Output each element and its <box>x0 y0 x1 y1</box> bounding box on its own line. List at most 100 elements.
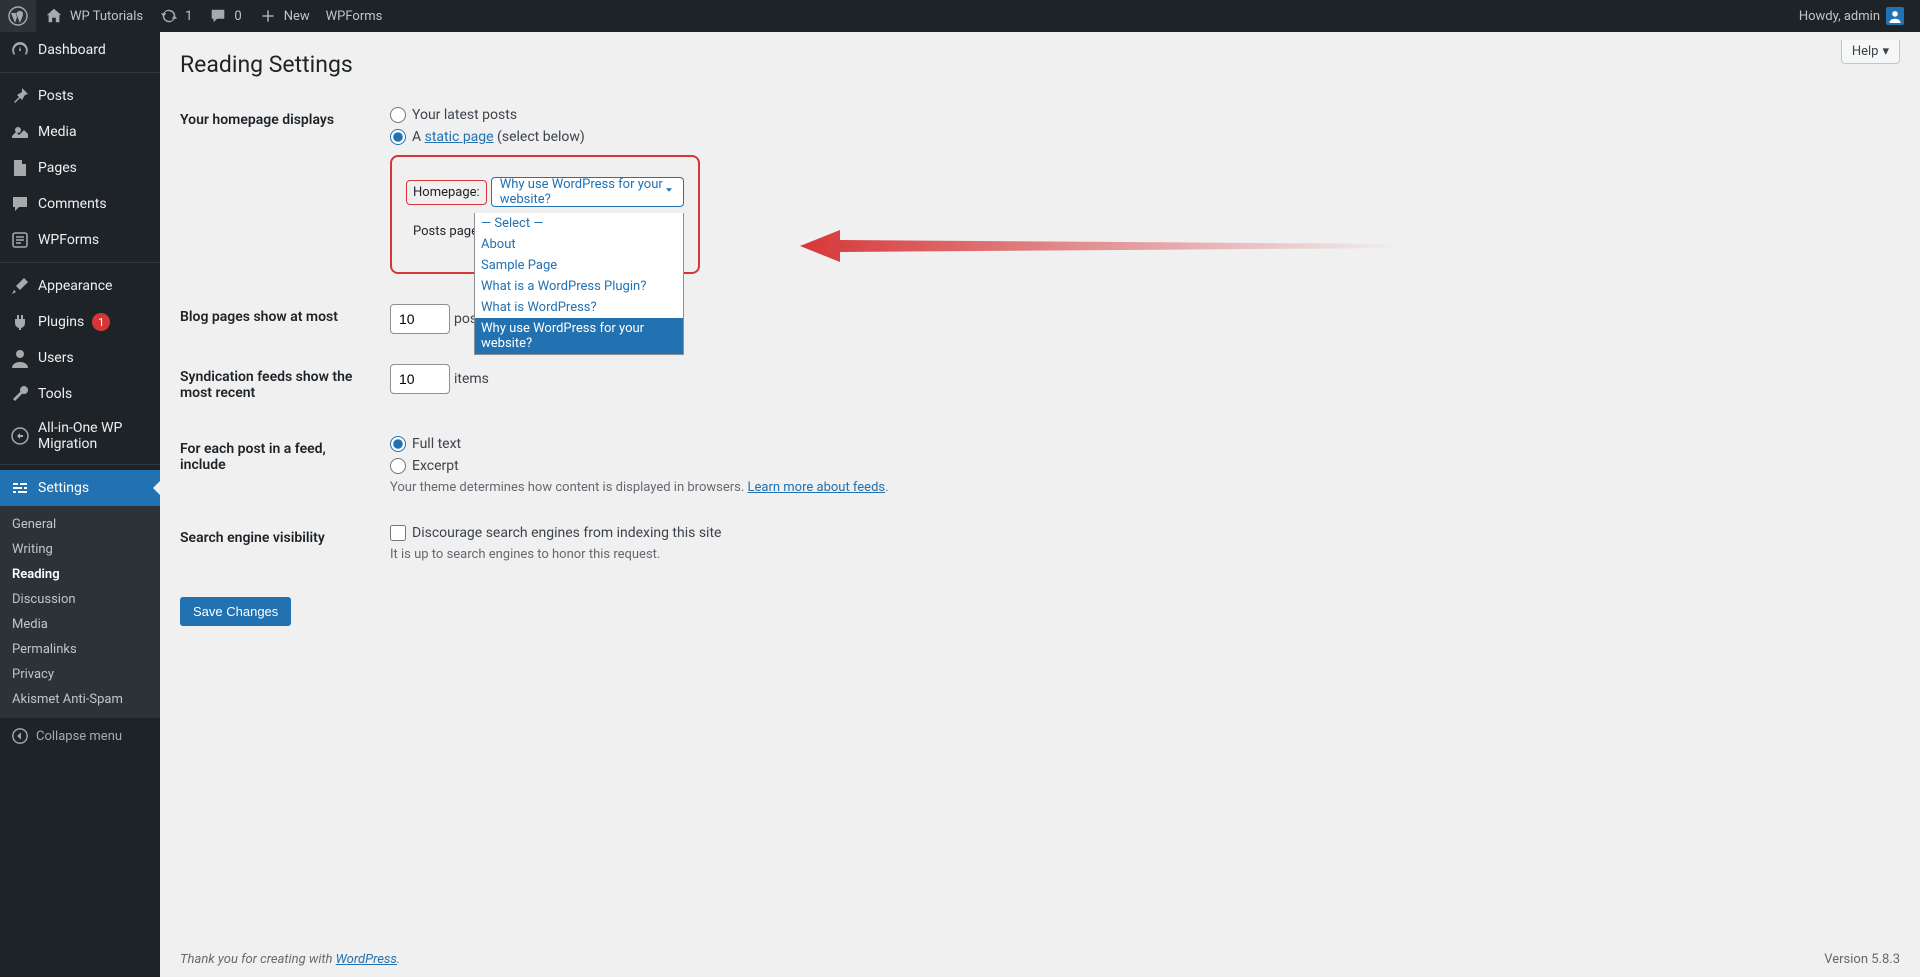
submenu-item-reading[interactable]: Reading <box>0 562 160 587</box>
comment-icon <box>10 194 30 214</box>
footer-thankyou: Thank you for creating with WordPress. <box>180 952 400 967</box>
brush-icon <box>10 276 30 296</box>
save-changes-button[interactable]: Save Changes <box>180 597 291 626</box>
label-static-page: A static page (select below) <box>412 129 585 145</box>
new-content-link[interactable]: New <box>250 0 318 32</box>
refresh-icon <box>159 6 179 26</box>
collapse-menu-button[interactable]: Collapse menu <box>0 718 160 754</box>
wordpress-logo-icon <box>8 6 28 26</box>
comments-link[interactable]: 0 <box>200 0 249 32</box>
sidebar-item-all-in-one-wp-migration[interactable]: All-in-One WP Migration <box>0 412 160 460</box>
sidebar-item-label: Tools <box>38 386 72 402</box>
blog-pages-input[interactable] <box>390 304 450 334</box>
row-label-search-vis: Search engine visibility <box>180 510 380 577</box>
site-name-link[interactable]: WP Tutorials <box>36 0 151 32</box>
radio-static-page[interactable] <box>390 129 406 145</box>
sidebar-item-comments[interactable]: Comments <box>0 186 160 222</box>
checkbox-discourage[interactable] <box>390 525 406 541</box>
wpforms-toolbar-link[interactable]: WPForms <box>318 0 391 32</box>
settings-submenu: GeneralWritingReadingDiscussionMediaPerm… <box>0 506 160 718</box>
submenu-item-akismet-anti-spam[interactable]: Akismet Anti-Spam <box>0 687 160 712</box>
avatar-icon <box>1886 7 1904 25</box>
comment-icon <box>208 6 228 26</box>
sidebar-item-label: All-in-One WP Migration <box>38 420 150 452</box>
select-option[interactable]: What is a WordPress Plugin? <box>475 276 683 297</box>
sidebar-item-label: Pages <box>38 160 77 176</box>
homepage-select-dropdown: — Select —AboutSample PageWhat is a Word… <box>474 213 684 355</box>
learn-feeds-link[interactable]: Learn more about feeds <box>748 480 886 495</box>
plug-icon <box>10 312 30 332</box>
plus-icon <box>258 6 278 26</box>
my-account-link[interactable]: Howdy, admin <box>1791 0 1912 32</box>
menu-separator <box>0 258 160 263</box>
submenu-item-writing[interactable]: Writing <box>0 537 160 562</box>
radio-static-page-row: A static page (select below) <box>390 129 1890 145</box>
sidebar-item-media[interactable]: Media <box>0 114 160 150</box>
sidebar-item-label: Plugins <box>38 314 84 330</box>
user-icon <box>10 348 30 368</box>
row-label-blogpages: Blog pages show at most <box>180 289 380 349</box>
sliders-icon <box>10 478 30 498</box>
sidebar-item-pages[interactable]: Pages <box>0 150 160 186</box>
media-icon <box>10 122 30 142</box>
sidebar-item-tools[interactable]: Tools <box>0 376 160 412</box>
submenu-item-general[interactable]: General <box>0 512 160 537</box>
select-option[interactable]: Why use WordPress for your website? <box>475 318 683 354</box>
wp-logo[interactable] <box>0 0 36 32</box>
sidebar-item-settings[interactable]: Settings <box>0 470 160 506</box>
row-label-feed-include: For each post in a feed, include <box>180 421 380 510</box>
sidebar-item-appearance[interactable]: Appearance <box>0 268 160 304</box>
sidebar-item-label: Users <box>38 350 74 366</box>
static-page-link[interactable]: static page <box>425 129 494 145</box>
sidebar-item-users[interactable]: Users <box>0 340 160 376</box>
sidebar-item-dashboard[interactable]: Dashboard <box>0 32 160 68</box>
new-label: New <box>284 9 310 24</box>
select-option[interactable]: Sample Page <box>475 255 683 276</box>
submenu-item-discussion[interactable]: Discussion <box>0 587 160 612</box>
footer-wordpress-link[interactable]: WordPress <box>336 952 397 967</box>
pin-icon <box>10 86 30 106</box>
page-content: Help ▾ Reading Settings Your homepage di… <box>160 0 1920 977</box>
radio-latest-posts[interactable] <box>390 107 406 123</box>
row-label-syndication: Syndication feeds show the most recent <box>180 349 380 421</box>
dashboard-icon <box>10 40 30 60</box>
sidebar-item-wpforms[interactable]: WPForms <box>0 222 160 258</box>
homepage-select-highlight: Homepage: Why use WordPress for your web… <box>390 155 700 274</box>
sidebar-item-label: Comments <box>38 196 107 212</box>
select-option[interactable]: — Select — <box>475 213 683 234</box>
comments-count: 0 <box>234 9 241 24</box>
select-option[interactable]: What is WordPress? <box>475 297 683 318</box>
settings-form-table: Your homepage displays Your latest posts… <box>180 92 1900 577</box>
sidebar-item-plugins[interactable]: Plugins 1 <box>0 304 160 340</box>
label-full-text: Full text <box>412 436 461 452</box>
page-icon <box>10 158 30 178</box>
migrate-icon <box>10 426 30 446</box>
footer-version: Version 5.8.3 <box>1824 952 1900 967</box>
sidebar-item-label: Settings <box>38 480 89 496</box>
radio-full-text[interactable] <box>390 436 406 452</box>
radio-excerpt[interactable] <box>390 458 406 474</box>
syndication-input[interactable] <box>390 364 450 394</box>
badge: 1 <box>92 313 110 331</box>
chevron-down-icon <box>663 184 675 200</box>
select-option[interactable]: About <box>475 234 683 255</box>
updates-count: 1 <box>185 9 192 24</box>
radio-latest-posts-row: Your latest posts <box>390 107 1890 123</box>
menu-separator <box>0 460 160 465</box>
sidebar-item-label: Appearance <box>38 278 112 294</box>
updates-link[interactable]: 1 <box>151 0 200 32</box>
sidebar-item-label: Posts <box>38 88 74 104</box>
label-discourage: Discourage search engines from indexing … <box>412 525 721 541</box>
wpforms-toolbar-label: WPForms <box>326 9 383 24</box>
sidebar-item-posts[interactable]: Posts <box>0 78 160 114</box>
submenu-item-privacy[interactable]: Privacy <box>0 662 160 687</box>
label-excerpt: Excerpt <box>412 458 459 474</box>
feed-description: Your theme determines how content is dis… <box>390 480 1890 495</box>
label-latest-posts: Your latest posts <box>412 107 517 123</box>
submenu-item-permalinks[interactable]: Permalinks <box>0 637 160 662</box>
submenu-item-media[interactable]: Media <box>0 612 160 637</box>
sidebar-item-label: WPForms <box>38 232 99 248</box>
homepage-field-label: Homepage: <box>406 180 487 205</box>
homepage-select[interactable]: Why use WordPress for your website? <box>491 177 684 207</box>
admin-toolbar: WP Tutorials 1 0 New WPForms Howdy, admi… <box>0 0 1920 32</box>
